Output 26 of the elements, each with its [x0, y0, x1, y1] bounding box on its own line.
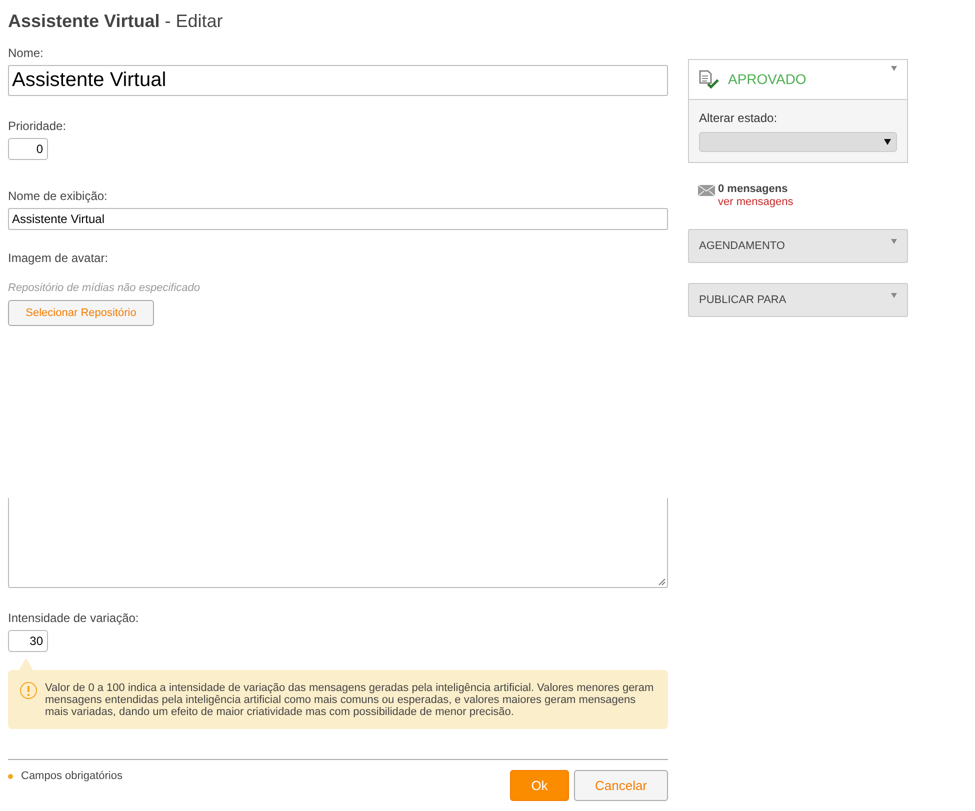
view-messages-link[interactable]: ver mensagens [718, 196, 794, 209]
change-state-label: Alterar estado: [699, 110, 778, 127]
number-input[interactable]: 0 [8, 138, 48, 160]
collapsible-panel[interactable]: PUBLICAR PARA [688, 283, 908, 317]
approved-document-icon [699, 70, 720, 90]
number-input[interactable]: 30 [8, 630, 48, 652]
hint-text: Valor de 0 a 100 indica a intensidade de variação das mensagens geradas pela inteligência artificial. Valores menores geram mensagens entendidas pela inteligência artificial como mais comuns ou esperadas, e valores maiores geram mensagens mais variadas, dando um efeito de maior criatividade mas com possibilidade de menor precisão. [45, 682, 655, 718]
resize-handle-icon[interactable] [658, 578, 666, 586]
collapse-caret-icon[interactable] [891, 66, 897, 71]
display-name-input[interactable]: Assistente Virtual [8, 208, 668, 230]
name-input[interactable]: Assistente Virtual [8, 65, 668, 96]
message-count: 0 mensagens [718, 183, 789, 196]
required-marker-icon [8, 774, 13, 779]
collapsible-panel[interactable]: AGENDAMENTO [688, 229, 908, 263]
page-title: Assistente Virtual - Editar [8, 10, 223, 33]
field-label: Nome: [8, 45, 44, 61]
envelope-icon [698, 185, 715, 196]
media-note: Repositório de mídias não especificado [8, 281, 202, 296]
field-label: Nome de exibição: [8, 188, 108, 204]
field-label: Prioridade: [8, 118, 68, 134]
required-fields-note: Campos obrigatórios [21, 769, 122, 784]
warning-icon [20, 682, 37, 699]
field-label: Imagem de avatar: [8, 250, 110, 266]
status-label: APROVADO [728, 70, 806, 89]
field-label: Intensidade de variação: [8, 610, 140, 626]
dropdown-arrow-icon [884, 139, 891, 145]
